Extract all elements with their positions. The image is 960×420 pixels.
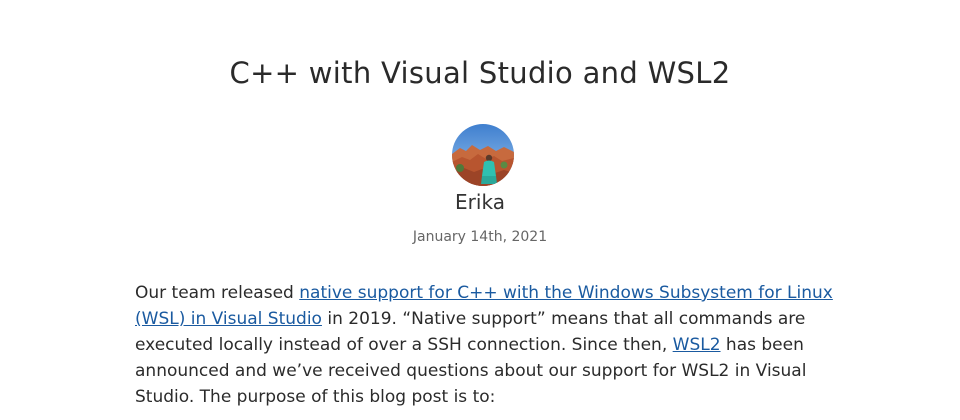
author-avatar[interactable] — [452, 124, 514, 186]
wsl2-link[interactable]: WSL2 — [673, 335, 721, 355]
article-intro-paragraph: Our team released native support for C++… — [135, 280, 835, 410]
author-name[interactable]: Erika — [0, 190, 960, 214]
publish-date: January 14th, 2021 — [412, 229, 548, 245]
paragraph-text-1: Our team released — [135, 283, 300, 303]
article-title: C++ with Visual Studio and WSL2 — [229, 56, 731, 90]
avatar-photo — [452, 124, 514, 186]
